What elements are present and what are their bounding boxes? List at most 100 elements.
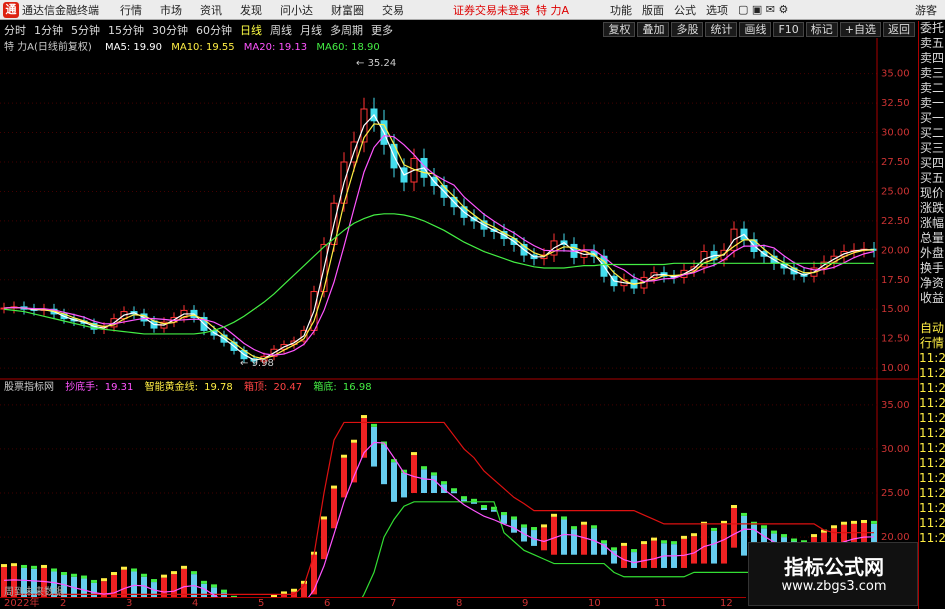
side-panel-item[interactable]: 自动 <box>919 321 945 336</box>
window-icons[interactable]: ▢ ▣ ✉ ⚙ <box>733 3 793 16</box>
side-panel-item[interactable]: 卖五 <box>919 36 945 51</box>
side-panel-item[interactable]: 委托 <box>919 21 945 36</box>
menu-hangqing[interactable]: 行情 <box>111 2 151 18</box>
signal-bar <box>131 571 137 597</box>
legend-ma20: MA20: 19.13 <box>244 42 307 53</box>
watermark-url: www.zbgs3.com <box>781 579 887 594</box>
menu-caifuquan[interactable]: 财富圈 <box>322 2 373 18</box>
menu-gongshi[interactable]: 公式 <box>669 2 701 18</box>
guest-label[interactable]: 游客 <box>915 2 937 18</box>
period-more[interactable]: 更多 <box>367 22 397 38</box>
side-panel-item[interactable]: 11:2 <box>919 456 945 471</box>
side-panel-item[interactable]: 11:2 <box>919 411 945 426</box>
signal-cap <box>211 584 217 588</box>
month-label: 5 <box>258 598 265 609</box>
side-panel-item[interactable]: 11:2 <box>919 351 945 366</box>
menu-wenxiaoda[interactable]: 问小达 <box>271 2 322 18</box>
period-multi[interactable]: 多周期 <box>326 22 367 38</box>
side-panel-item[interactable]: 买二 <box>919 126 945 141</box>
signal-bar <box>391 462 397 502</box>
multi-stock-button[interactable]: 多股 <box>671 22 704 37</box>
period-15min[interactable]: 15分钟 <box>104 22 148 38</box>
price-tick-label: 25.00 <box>881 186 910 197</box>
side-panel-item[interactable]: 净资 <box>919 276 945 291</box>
signal-bar <box>721 523 727 564</box>
signal-bar <box>451 491 457 494</box>
menu-jiaoyi[interactable]: 交易 <box>373 2 413 18</box>
menu-gongneng[interactable]: 功能 <box>605 2 637 18</box>
side-panel-item[interactable]: 买一 <box>919 111 945 126</box>
ind-tick-label: 25.00 <box>881 488 910 499</box>
side-panel-item[interactable]: 换手 <box>919 261 945 276</box>
side-panel-item[interactable]: 行情 <box>919 336 945 351</box>
side-panel-item[interactable]: 11:2 <box>919 531 945 546</box>
side-panel-item[interactable]: 11:2 <box>919 366 945 381</box>
signal-bar <box>381 444 387 485</box>
side-panel-item[interactable]: 收益 <box>919 291 945 306</box>
side-panel-item[interactable]: 总量 <box>919 231 945 246</box>
side-panel-item[interactable]: 卖四 <box>919 51 945 66</box>
side-panel-item[interactable]: 11:2 <box>919 501 945 516</box>
side-panel-item[interactable]: 11:2 <box>919 486 945 501</box>
signal-cap <box>851 520 857 524</box>
period-60min[interactable]: 60分钟 <box>192 22 236 38</box>
signal-cap <box>221 589 227 593</box>
legend-ma10: MA10: 19.55 <box>171 42 234 53</box>
back-button[interactable]: 返回 <box>883 22 915 37</box>
side-panel-item[interactable]: 买五 <box>919 171 945 186</box>
side-panel-item[interactable]: 11:2 <box>919 471 945 486</box>
side-panel-item[interactable]: 11:2 <box>919 441 945 456</box>
side-panel-item[interactable]: 涨幅 <box>919 216 945 231</box>
side-panel-item[interactable]: 11:2 <box>919 426 945 441</box>
f10-button[interactable]: F10 <box>773 22 804 37</box>
side-panel-item[interactable]: 买四 <box>919 156 945 171</box>
period-30min[interactable]: 30分钟 <box>148 22 192 38</box>
signal-cap <box>121 566 127 570</box>
overlay-button[interactable]: 叠加 <box>637 22 670 37</box>
price-tick-label: 32.50 <box>881 98 910 109</box>
signal-bar <box>481 507 487 510</box>
period-1min[interactable]: 1分钟 <box>30 22 67 38</box>
mark-button[interactable]: 标记 <box>805 22 838 37</box>
future-data-note: 周到未来数据 <box>4 587 64 598</box>
add-watchlist-button[interactable]: +自选 <box>839 22 881 37</box>
period-5min[interactable]: 5分钟 <box>67 22 104 38</box>
side-panel-item[interactable]: 涨跌 <box>919 201 945 216</box>
side-panel-item[interactable]: 外盘 <box>919 246 945 261</box>
ind1-label: 抄底手: <box>65 380 98 393</box>
period-fenshi[interactable]: 分时 <box>0 22 30 38</box>
side-panel-item[interactable]: 现价 <box>919 186 945 201</box>
signal-cap <box>671 541 677 545</box>
signal-bar <box>341 457 347 498</box>
signal-cap <box>501 512 507 516</box>
site-watermark: 指标公式网 www.zbgs3.com <box>748 542 918 606</box>
price-legend: 特 力A(日线前复权) MA5: 19.90 MA10: 19.55 MA20:… <box>4 40 380 53</box>
period-weekly[interactable]: 周线 <box>266 22 296 38</box>
side-panel-item[interactable]: 卖三 <box>919 66 945 81</box>
signal-cap <box>651 537 657 541</box>
stats-button[interactable]: 统计 <box>705 22 738 37</box>
menu-banmian[interactable]: 版面 <box>637 2 669 18</box>
menu-xuanxiang[interactable]: 选项 <box>701 2 733 18</box>
side-panel-item[interactable] <box>919 306 945 321</box>
signal-cap <box>301 580 307 584</box>
signal-bar <box>421 469 427 493</box>
price-pane[interactable] <box>0 73 878 369</box>
side-panel-item[interactable]: 卖一 <box>919 96 945 111</box>
menu-zixun[interactable]: 资讯 <box>191 2 231 18</box>
period-daily[interactable]: 日线 <box>236 22 266 38</box>
side-panel-item[interactable]: 卖二 <box>919 81 945 96</box>
side-panel-item[interactable]: 11:2 <box>919 396 945 411</box>
menu-faxian[interactable]: 发现 <box>231 2 271 18</box>
kline-chart[interactable]: 35.00 32.50 30.00 27.50 25.00 22.50 20.00 17.50… <box>0 38 918 597</box>
price-tick-label: 27.50 <box>881 157 910 168</box>
side-panel-item[interactable]: 买三 <box>919 141 945 156</box>
side-panel-item[interactable]: 11:2 <box>919 381 945 396</box>
side-panel-item[interactable]: 11:2 <box>919 516 945 531</box>
menu-shichang[interactable]: 市场 <box>151 2 191 18</box>
fuquan-button[interactable]: 复权 <box>603 22 636 37</box>
login-warning[interactable]: 证券交易未登录 <box>453 2 530 18</box>
indicator-pane[interactable] <box>0 404 877 597</box>
period-monthly[interactable]: 月线 <box>296 22 326 38</box>
draw-line-button[interactable]: 画线 <box>739 22 772 37</box>
